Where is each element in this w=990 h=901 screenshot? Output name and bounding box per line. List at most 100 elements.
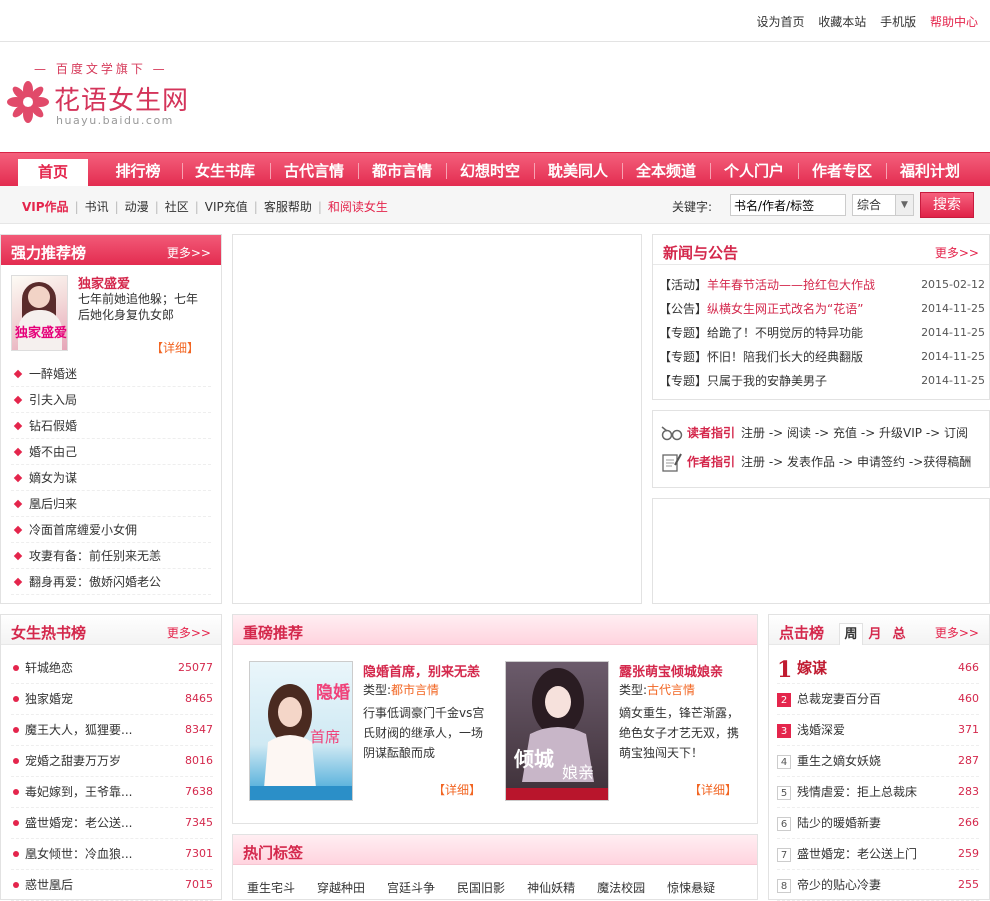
- featured-book-cover[interactable]: 隐婚 首席: [249, 661, 353, 801]
- tab-month[interactable]: 月: [863, 624, 887, 646]
- list-item[interactable]: 引夫入局: [11, 387, 211, 413]
- hot-book-item[interactable]: 盛世婚宠：老公送... 7345: [11, 808, 213, 839]
- nav-ancient[interactable]: 古代言情: [274, 153, 354, 187]
- list-item[interactable]: 婚不由己: [11, 439, 211, 465]
- reader-guide-label: 读者指引: [687, 426, 736, 440]
- site-logo[interactable]: — 百度文学旗下 — 花语女生网 huayu.baidu.com: [6, 58, 206, 133]
- recommend-detail-link[interactable]: 【详细】: [151, 339, 199, 356]
- nav-welfare[interactable]: 福利计划: [890, 153, 970, 187]
- tag-link[interactable]: 穿越种田: [317, 881, 365, 895]
- hot-tags-title: 热门标签: [243, 844, 304, 862]
- subnav-community[interactable]: 社区: [165, 200, 189, 214]
- subnav-vip[interactable]: VIP作品: [22, 200, 69, 214]
- hot-book-item[interactable]: 凰女倾世：冷血狼... 7301: [11, 839, 213, 870]
- featured-title: 重磅推荐: [243, 624, 304, 642]
- news-item[interactable]: 【专题】给跪了！不明觉厉的特异功能 2014-11-25: [659, 321, 985, 345]
- tab-week[interactable]: 周: [839, 623, 863, 645]
- featured-detail-link[interactable]: 【详细】: [689, 781, 737, 798]
- subnav-recharge[interactable]: VIP充值: [205, 200, 248, 214]
- featured-book-name[interactable]: 隐婚首席，别来无恙: [363, 661, 480, 680]
- featured-book-desc: 行事低调豪门千金vs宫氏财阀的继承人，一场阴谋酝酿而成: [363, 706, 485, 760]
- hot-book-item[interactable]: 独家婚宠 8465: [11, 684, 213, 715]
- chevron-down-icon: ▼: [895, 195, 913, 215]
- list-item[interactable]: 钻石假婚: [11, 413, 211, 439]
- subnav-news[interactable]: 书讯: [85, 200, 109, 214]
- rank-item[interactable]: 6 陆少的暖婚新妻 266: [777, 808, 979, 839]
- sub-nav: VIP作品|书讯|动漫|社区|VIP充值|客服帮助|和阅读女生 关键字: 综合 …: [0, 186, 990, 224]
- sub-nav-links: VIP作品 | 书讯 | 动漫 | 社区 | VIP充值 | 客服帮助 | 和阅读女生: [22, 200, 388, 214]
- rank-item[interactable]: 8 帝少的贴心冷妻 255: [777, 870, 979, 901]
- news-title: 新闻与公告: [663, 244, 739, 262]
- rank-item[interactable]: 2 总裁宠妻百分百 460: [777, 684, 979, 715]
- recommend-book-cover[interactable]: 独家盛爱: [11, 275, 68, 351]
- news-item[interactable]: 【公告】纵横女生网正式改名为“花语” 2014-11-25: [659, 297, 985, 321]
- nav-danmei[interactable]: 耽美同人: [538, 153, 618, 187]
- nav-home[interactable]: 首页: [18, 159, 88, 187]
- click-rank-more-link[interactable]: 更多>>: [935, 624, 979, 641]
- news-item[interactable]: 【专题】怀旧！陪我们长大的经典翻版 2014-11-25: [659, 345, 985, 369]
- list-item[interactable]: 嫡女为谋: [11, 465, 211, 491]
- list-item[interactable]: 冷面首席缠爱小女佣: [11, 517, 211, 543]
- bookmark-link[interactable]: 收藏本站: [818, 15, 866, 29]
- nav-library[interactable]: 女生书库: [186, 153, 264, 187]
- rank-item[interactable]: 3 浅婚深爱 371: [777, 715, 979, 746]
- top-links: 设为首页 收藏本站 手机版 帮助中心: [746, 13, 978, 30]
- nav-ranking[interactable]: 排行榜: [102, 153, 174, 187]
- tag-link[interactable]: 重生宅斗: [247, 881, 295, 895]
- top-bar: 设为首页 收藏本站 手机版 帮助中心: [0, 0, 990, 42]
- tag-link[interactable]: 惊悚悬疑: [667, 881, 715, 895]
- news-item[interactable]: 【专题】只属于我的安静美男子 2014-11-25: [659, 369, 985, 393]
- mobile-link[interactable]: 手机版: [880, 15, 916, 29]
- featured-book-name[interactable]: 露张萌宝倾城娘亲: [619, 661, 723, 680]
- logo-tagline: — 百度文学旗下 —: [34, 62, 168, 76]
- hot-book-item[interactable]: 毒妃嫁到，王爷靠... 7638: [11, 777, 213, 808]
- search-category-select[interactable]: 综合 ▼: [852, 194, 914, 216]
- list-item[interactable]: 攻妻有备：前任别来无恙: [11, 543, 211, 569]
- list-item[interactable]: 凰后归来: [11, 491, 211, 517]
- hot-books-more-link[interactable]: 更多>>: [167, 624, 211, 641]
- reader-guide[interactable]: 读者指引 注册 -> 阅读 -> 充值 -> 升级VIP -> 订阅: [661, 422, 968, 444]
- subnav-anime[interactable]: 动漫: [125, 200, 149, 214]
- hot-book-item[interactable]: 惑世凰后 7015: [11, 870, 213, 901]
- subnav-help[interactable]: 客服帮助: [264, 200, 312, 214]
- set-homepage-link[interactable]: 设为首页: [756, 15, 804, 29]
- tag-link[interactable]: 魔法校园: [597, 881, 645, 895]
- rank-item[interactable]: 1 嫁谋 466: [777, 653, 979, 684]
- featured-detail-link[interactable]: 【详细】: [433, 781, 481, 798]
- news-item[interactable]: 【活动】羊年春节活动——抢红包大作战 2015-02-12: [659, 273, 985, 297]
- search-input[interactable]: [730, 194, 846, 216]
- ad-area[interactable]: [652, 498, 990, 604]
- subnav-heyuedu[interactable]: 和阅读女生: [328, 200, 388, 214]
- hot-book-item[interactable]: 轩城绝恋 25077: [11, 653, 213, 684]
- list-item[interactable]: 翻身再爱：傲娇闪婚老公: [11, 569, 211, 595]
- banner-area[interactable]: [232, 234, 642, 604]
- rank-item[interactable]: 4 重生之嫡女妖娆 287: [777, 746, 979, 777]
- nav-urban[interactable]: 都市言情: [362, 153, 442, 187]
- tag-link[interactable]: 民国旧影: [457, 881, 505, 895]
- rank-item[interactable]: 7 盛世婚宠：老公送上门 259: [777, 839, 979, 870]
- nav-fantasy[interactable]: 幻想时空: [450, 153, 530, 187]
- nav-author[interactable]: 作者专区: [802, 153, 882, 187]
- help-center-link[interactable]: 帮助中心: [930, 15, 978, 29]
- rank-item[interactable]: 5 残情虐爱：拒上总裁床 283: [777, 777, 979, 808]
- news-more-link[interactable]: 更多>>: [935, 244, 979, 261]
- hot-books-title: 女生热书榜: [11, 624, 87, 642]
- nav-complete[interactable]: 全本频道: [626, 153, 706, 187]
- click-rank-panel: 点击榜 周月总 更多>> 1 嫁谋 466 2 总裁宠妻百分百 460 3 浅婚深爱 371…: [768, 614, 990, 901]
- reader-guide-steps: 注册 -> 阅读 -> 充值 -> 升级VIP -> 订阅: [741, 426, 969, 440]
- recommend-more-link[interactable]: 更多>>: [167, 244, 211, 261]
- glasses-icon: [661, 426, 683, 441]
- recommend-book-name[interactable]: 独家盛爱: [78, 273, 130, 292]
- featured-book-cover[interactable]: 倾城 娘亲: [505, 661, 609, 801]
- nav-portal[interactable]: 个人门户: [714, 153, 794, 187]
- tag-link[interactable]: 神仙妖精: [527, 881, 575, 895]
- list-item[interactable]: 一醉婚迷: [11, 361, 211, 387]
- cover-title: 独家盛爱: [15, 326, 68, 341]
- author-guide[interactable]: 作者指引 注册 -> 发表作品 -> 申请签约 ->获得稿酬: [661, 451, 971, 473]
- search-button[interactable]: 搜索: [920, 192, 974, 218]
- hot-book-item[interactable]: 宠婚之甜妻万万岁 8016: [11, 746, 213, 777]
- tab-total[interactable]: 总: [887, 624, 911, 646]
- tag-link[interactable]: 宫廷斗争: [387, 881, 435, 895]
- hot-book-item[interactable]: 魔王大人，狐狸要... 8347: [11, 715, 213, 746]
- featured-book-type: 类型:古代言情: [619, 683, 696, 697]
